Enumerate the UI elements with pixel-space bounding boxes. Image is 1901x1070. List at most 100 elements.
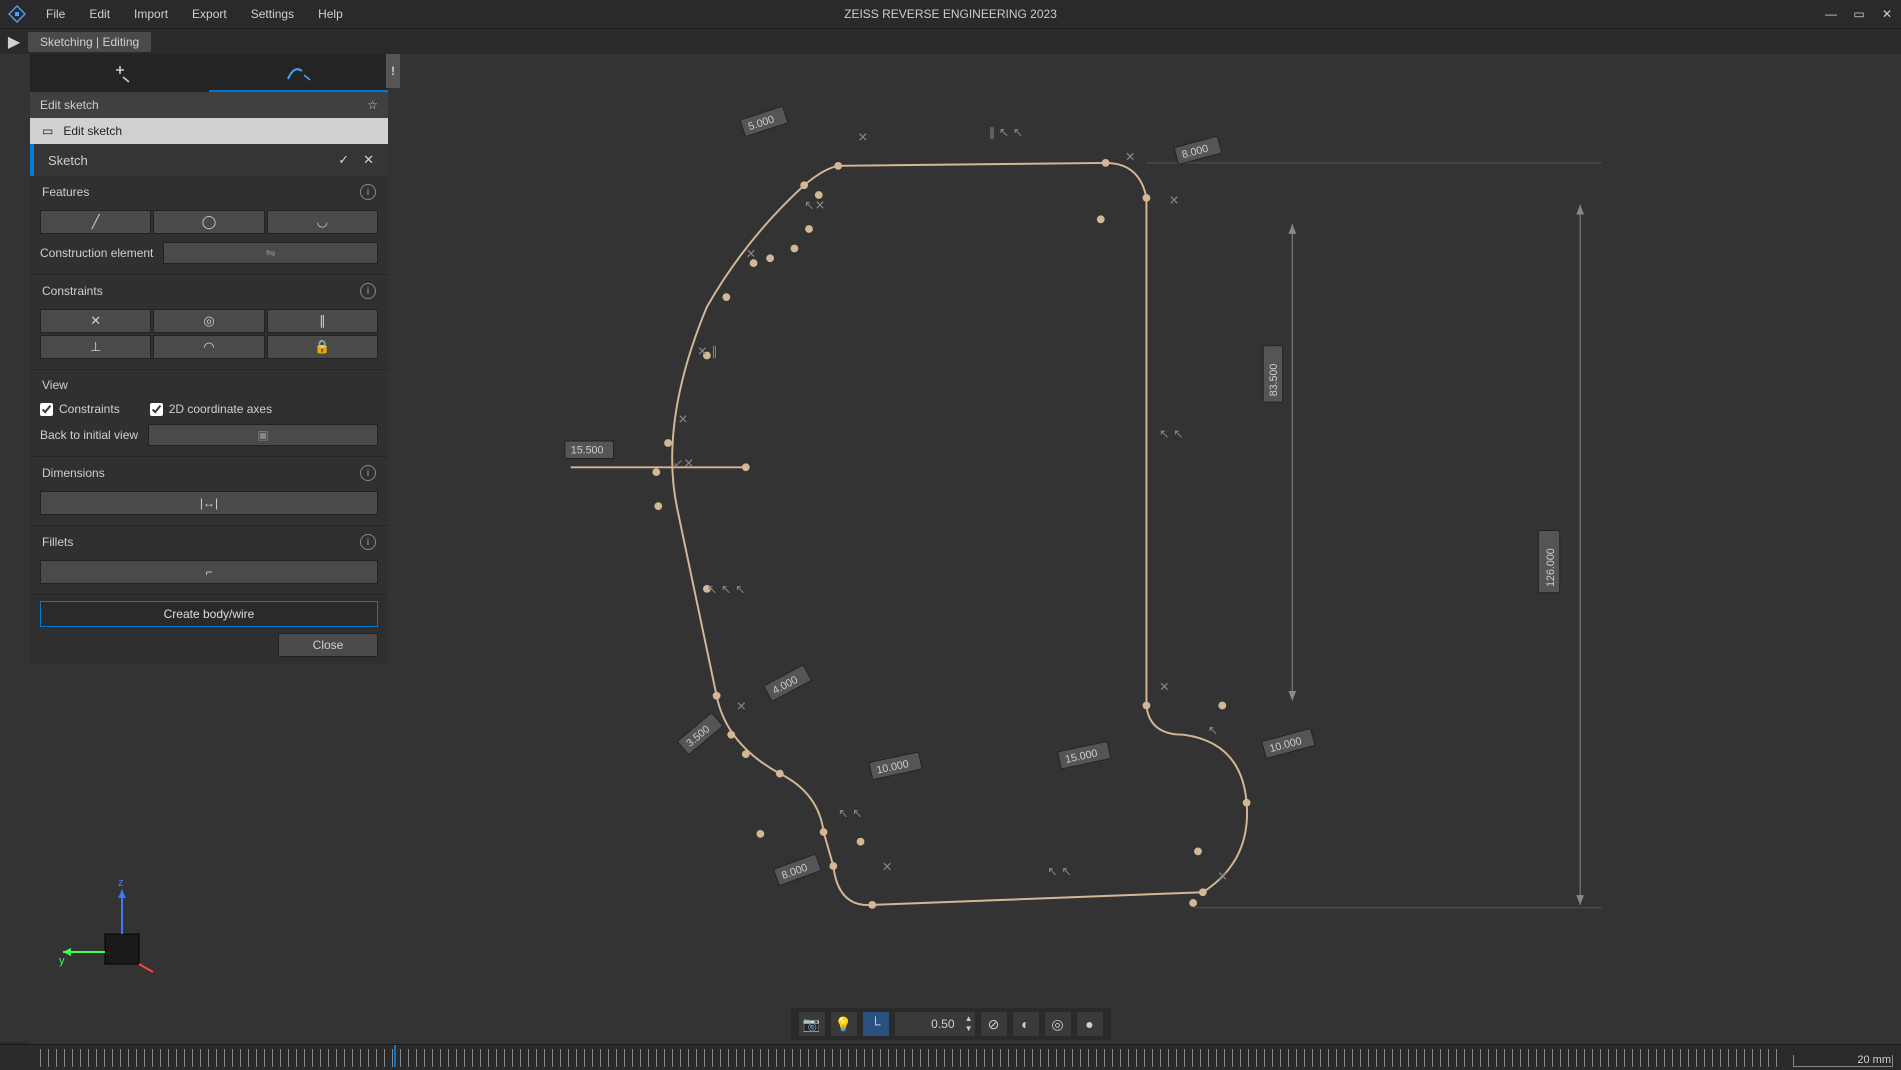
camera-button[interactable]: 📷 — [799, 1012, 825, 1036]
close-icon[interactable]: ✕ — [363, 152, 374, 168]
bulb-button[interactable]: 💡 — [831, 1012, 857, 1036]
breadcrumb-back-icon[interactable]: ▶ — [0, 32, 28, 52]
ruler-scale-label: 20 mm — [1857, 1054, 1891, 1066]
constraint-parallel-button[interactable]: ∥ — [267, 309, 378, 333]
svg-text:↖ ↖: ↖ ↖ — [1047, 865, 1072, 879]
svg-text:✕: ✕ — [678, 413, 689, 427]
dimension-5[interactable]: 5.000 — [740, 106, 788, 136]
fillet-tool-button[interactable]: ⌐ — [40, 560, 378, 584]
dimension-4[interactable]: 4.000 — [764, 665, 812, 701]
info-icon[interactable]: i — [360, 465, 376, 481]
info-icon[interactable]: i — [360, 283, 376, 299]
dimension-8b[interactable]: 8.000 — [773, 854, 821, 886]
feature-arc-button[interactable]: ◡ — [267, 210, 378, 234]
axes-toggle-button[interactable]: └ — [863, 1012, 889, 1036]
svg-text:✕: ✕ — [1217, 870, 1228, 884]
breadcrumb-text: Sketching | Editing — [28, 32, 151, 52]
main-menu: File Edit Import Export Settings Help — [34, 0, 355, 28]
no-fill-button[interactable]: ⊘ — [981, 1012, 1007, 1036]
feature-line-button[interactable]: ╱ — [40, 210, 151, 234]
breadcrumb-bar: ▶ Sketching | Editing — [0, 28, 1901, 54]
dimension-126[interactable]: 126.000 — [1146, 163, 1601, 908]
ruler[interactable]: 20 mm — [0, 1044, 1901, 1070]
axis-gizmo[interactable]: z y — [55, 872, 165, 982]
dimension-15[interactable]: 15.000 — [1058, 741, 1111, 769]
ruler-marker[interactable] — [394, 1045, 396, 1067]
menu-settings[interactable]: Settings — [239, 0, 306, 28]
view-header: View — [30, 370, 388, 396]
halftone-button[interactable]: ◐ — [1013, 1012, 1039, 1036]
outline-button[interactable]: ◎ — [1045, 1012, 1071, 1036]
chat-icon: ▭ — [42, 124, 53, 138]
svg-text:✕: ✕ — [746, 247, 757, 261]
check-icon[interactable]: ✓ — [338, 152, 349, 168]
svg-text:✕: ✕ — [736, 699, 747, 713]
constraint-glyphs: ✕∥ ↖ ↖ ✕✕ ↖ ↖✕ ↖✕ ↖ ↖✕ ↖ ↖✕ ↖ ↖ ↖↙✕ ✕ ∥✕… — [673, 126, 1228, 884]
fillets-header: Fillets i — [30, 526, 388, 554]
fillets-header-label: Fillets — [42, 535, 73, 549]
menu-export[interactable]: Export — [180, 0, 239, 28]
checkbox-constraints[interactable]: Constraints — [40, 402, 120, 416]
menu-help[interactable]: Help — [306, 0, 355, 28]
checkbox-axes[interactable]: 2D coordinate axes — [150, 402, 272, 416]
close-window-button[interactable]: ✕ — [1873, 0, 1901, 28]
title-bar: File Edit Import Export Settings Help ZE… — [0, 0, 1901, 28]
svg-text:✕: ✕ — [882, 860, 893, 874]
bottom-toolbar: 📷 💡 └ 0.50▲▼ ⊘ ◐ ◎ ● — [791, 1008, 1111, 1040]
favorite-star-icon[interactable]: ☆ — [367, 98, 378, 112]
info-icon[interactable]: i — [360, 184, 376, 200]
svg-text:✕: ✕ — [858, 131, 869, 145]
constraint-coincident-button[interactable]: ✕ — [40, 309, 151, 333]
svg-text:↖ ↖ ↖: ↖ ↖ ↖ — [707, 583, 746, 597]
construction-toggle[interactable]: ⇋ — [163, 242, 378, 264]
svg-text:z: z — [118, 877, 124, 889]
close-panel-button[interactable]: Close — [278, 633, 378, 657]
minimize-button[interactable]: — — [1817, 0, 1845, 28]
solid-button[interactable]: ● — [1077, 1012, 1103, 1036]
constraint-concentric-button[interactable]: ◎ — [153, 309, 264, 333]
svg-text:↖ ↖: ↖ ↖ — [838, 806, 863, 820]
app-title: ZEISS REVERSE ENGINEERING 2023 — [844, 7, 1057, 21]
svg-text:15.500: 15.500 — [571, 445, 604, 457]
maximize-button[interactable]: ▭ — [1845, 0, 1873, 28]
tab-place[interactable] — [30, 54, 209, 92]
svg-text:✕: ✕ — [1125, 150, 1136, 164]
edit-sketch-sub-row[interactable]: ▭ Edit sketch — [30, 118, 388, 144]
create-body-button[interactable]: Create body/wire — [40, 601, 378, 627]
constraint-lock-button[interactable]: 🔒 — [267, 335, 378, 359]
dimension-8a[interactable]: 8.000 — [1174, 136, 1222, 164]
svg-text:y: y — [59, 955, 65, 967]
feature-circle-button[interactable]: ◯ — [153, 210, 264, 234]
constraint-tangent-button[interactable]: ◠ — [153, 335, 264, 359]
sketch-outline[interactable] — [672, 163, 1247, 905]
spinner-icon[interactable]: ▲▼ — [965, 1014, 973, 1034]
checkbox-constraints-label: Constraints — [59, 402, 120, 416]
constraints-header-label: Constraints — [42, 284, 103, 298]
sketch-nodes[interactable] — [652, 159, 1250, 909]
edit-sketch-sub-label: Edit sketch — [63, 124, 122, 138]
svg-text:↖ ↖: ↖ ↖ — [1159, 427, 1184, 441]
menu-file[interactable]: File — [34, 0, 77, 28]
construction-label: Construction element — [40, 246, 153, 260]
menu-edit[interactable]: Edit — [77, 0, 122, 28]
info-icon[interactable]: i — [360, 534, 376, 550]
svg-text:✕: ✕ — [1159, 680, 1170, 694]
opacity-value[interactable]: 0.50▲▼ — [895, 1012, 975, 1036]
dimension-3-5[interactable]: 3.500 — [677, 713, 723, 755]
dimension-10a[interactable]: 10.000 — [869, 752, 922, 780]
constraint-perpendicular-button[interactable]: ⊥ — [40, 335, 151, 359]
menu-import[interactable]: Import — [122, 0, 180, 28]
notification-badge-icon[interactable]: ! — [386, 54, 400, 88]
dimension-83-5[interactable]: 83.500 — [1263, 224, 1296, 700]
dimension-15-5[interactable]: 15.500 — [565, 441, 614, 459]
tab-edit-path[interactable] — [209, 54, 388, 92]
ruler-ticks — [40, 1049, 1781, 1067]
sketch-chip[interactable]: Sketch ✓ ✕ — [30, 144, 388, 176]
side-panel: ! Edit sketch ☆ ▭ Edit sketch Sketch ✓ ✕… — [30, 54, 388, 665]
dimension-10b[interactable]: 10.000 — [1262, 728, 1315, 758]
svg-text:126.000: 126.000 — [1545, 548, 1557, 587]
constraints-header: Constraints i — [30, 275, 388, 303]
svg-text:↙✕: ↙✕ — [673, 456, 694, 470]
back-view-button[interactable]: ▣ — [148, 424, 378, 446]
dimension-tool-button[interactable]: |↔| — [40, 491, 378, 515]
